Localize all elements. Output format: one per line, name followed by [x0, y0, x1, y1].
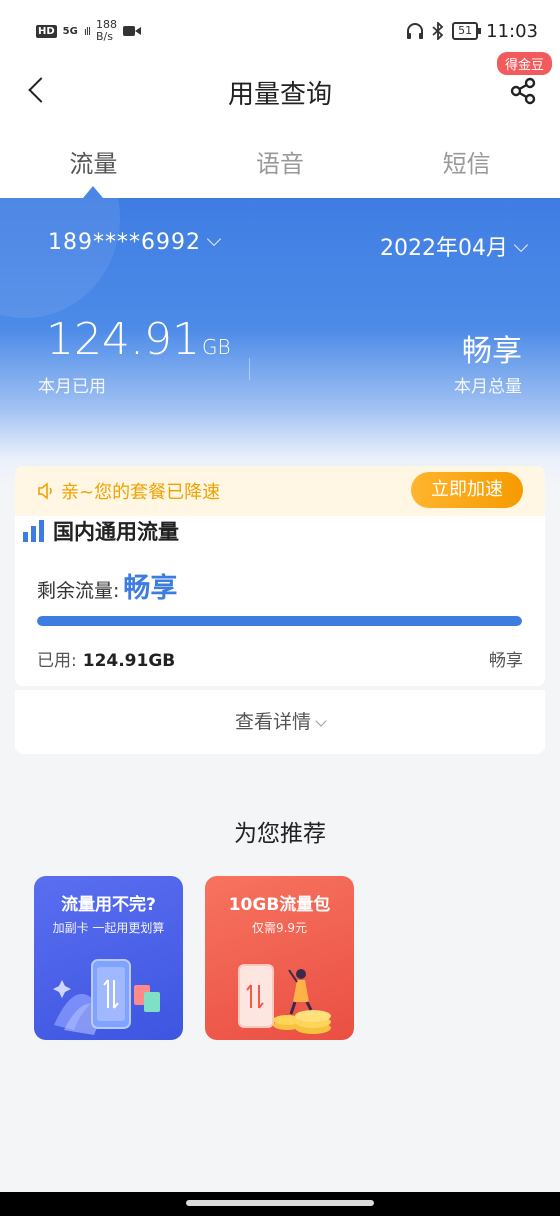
throttle-notice: 亲~您的套餐已降速 立即加速: [15, 466, 545, 516]
signal-icon: ıll: [83, 24, 91, 38]
bar-chart-icon: [23, 520, 45, 542]
used-amount-value: 124.91: [46, 314, 200, 365]
battery-indicator: 51: [452, 22, 482, 40]
decorative-circle: [0, 198, 120, 318]
bluetooth-icon: [432, 22, 444, 40]
usage-tabs: 流量 语音 短信: [0, 118, 560, 198]
status-right: 51 11:03: [406, 21, 538, 42]
promo-card-secondary-sim[interactable]: 流量用不完? 加副卡 一起用更划算: [34, 876, 183, 1040]
nav-bar: 用量查询 得金豆: [0, 52, 560, 118]
remaining-row: 剩余流量: 畅享: [37, 566, 177, 605]
promo-title: 流量用不完?: [61, 895, 156, 915]
section-title-text: 国内通用流量: [53, 520, 179, 544]
status-time: 11:03: [486, 20, 538, 42]
total-amount: 畅享: [462, 334, 522, 369]
system-nav-bar: [0, 1192, 560, 1216]
chevron-down-icon: [206, 231, 222, 247]
hd-badge: HD: [36, 24, 57, 38]
used-amount: 124.91 GB: [46, 314, 231, 365]
usage-progress-bar: [37, 616, 522, 626]
usage-progress-fill: [37, 616, 522, 626]
chevron-down-icon: [513, 237, 529, 253]
promo-title: 10GB流量包: [228, 895, 331, 915]
net-speed-unit: B/s: [96, 30, 113, 43]
phone-illustration-icon: [53, 959, 160, 1035]
recommend-title: 为您推荐: [234, 821, 326, 847]
speed-up-button[interactable]: 立即加速: [411, 472, 523, 508]
month-selector[interactable]: 2022年04月: [380, 230, 529, 262]
data-usage-card: 亲~您的套餐已降速 立即加速 国内通用流量 剩余流量: 畅享 已用: 124.91G…: [15, 466, 545, 686]
total-label: 本月总量: [454, 377, 522, 397]
selected-month: 2022年04月: [380, 236, 508, 261]
speaker-icon: [38, 482, 52, 500]
used-row-value: 124.91GB: [82, 651, 176, 671]
view-details-label: 查看详情: [234, 711, 311, 733]
headphones-icon: [407, 23, 424, 39]
remaining-value: 畅享: [123, 573, 178, 604]
promo-card-data-pack[interactable]: 10GB流量包 仅需9.9元: [205, 876, 354, 1040]
home-indicator[interactable]: [186, 1200, 374, 1206]
tab-voice[interactable]: 语音: [187, 118, 374, 198]
used-label: 本月已用: [38, 377, 106, 397]
tab-sms[interactable]: 短信: [373, 118, 560, 198]
video-icon: [123, 26, 142, 36]
divider: [249, 358, 250, 380]
view-details-button[interactable]: 查看详情: [15, 690, 545, 754]
earn-beans-badge[interactable]: 得金豆: [496, 52, 552, 75]
section-title: 国内通用流量: [23, 516, 179, 546]
phone-coins-illustration-icon: [238, 964, 331, 1034]
chevron-down-icon: [315, 715, 327, 727]
network-type: 5G: [62, 25, 78, 37]
status-bar: HD 5G ıll 188 B/s 51 11:03: [0, 0, 560, 62]
status-left: HD 5G ıll 188 B/s: [36, 19, 142, 43]
phone-number-selector[interactable]: 189****6992: [48, 230, 222, 255]
phone-number: 189****6992: [48, 230, 201, 255]
tab-data[interactable]: 流量: [0, 118, 187, 198]
throttle-notice-text: 亲~您的套餐已降速: [61, 482, 221, 503]
total-row-value: 畅享: [489, 651, 523, 671]
page-title: 用量查询: [227, 80, 332, 110]
share-button[interactable]: [508, 76, 538, 106]
usage-summary-panel: 189****6992 2022年04月 124.91 GB 本月已用 畅享 本月…: [0, 198, 560, 488]
used-row-label: 已用:: [37, 651, 77, 671]
remaining-label: 剩余流量:: [37, 580, 120, 602]
used-row: 已用: 124.91GB: [37, 646, 175, 671]
net-speed: 188 B/s: [96, 19, 117, 43]
used-amount-unit: GB: [201, 335, 231, 359]
share-icon: [510, 77, 536, 105]
